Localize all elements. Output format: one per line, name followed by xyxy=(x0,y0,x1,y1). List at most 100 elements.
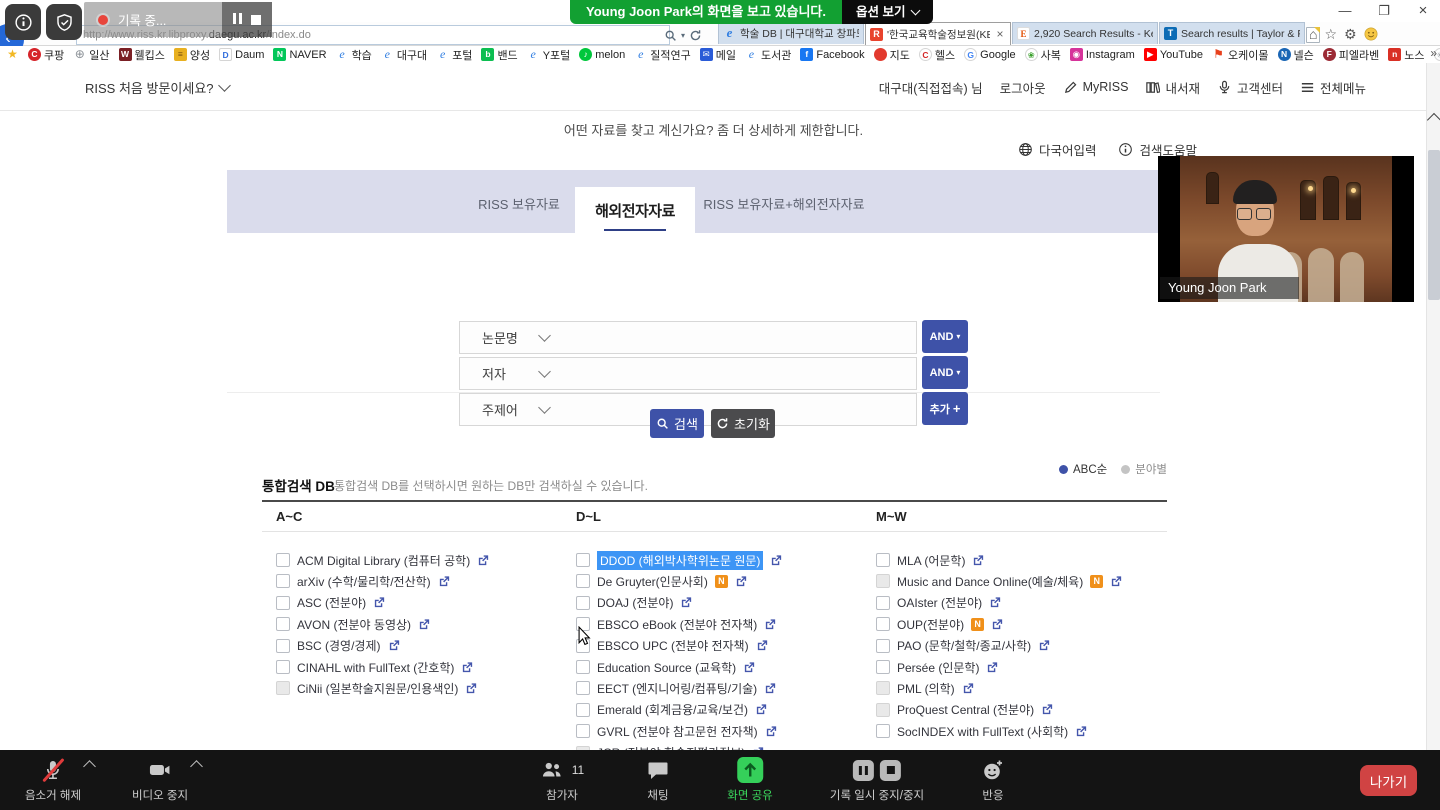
toolbar-people[interactable]: 11참가자 xyxy=(540,757,584,803)
stop-recording-icon[interactable] xyxy=(880,760,901,781)
external-link-icon[interactable] xyxy=(962,682,975,695)
external-link-icon[interactable] xyxy=(680,596,693,609)
checkbox[interactable] xyxy=(576,724,590,738)
external-link-icon[interactable] xyxy=(756,639,769,652)
external-link-icon[interactable] xyxy=(373,596,386,609)
bookmark-Google[interactable]: GGoogle xyxy=(964,48,1015,61)
db-item-AVON[interactable]: AVON (전분야 동영상) xyxy=(276,614,431,634)
db-item-ASC[interactable]: ASC (전분야) xyxy=(276,593,386,613)
toolbar-mic-muted[interactable]: 음소거 해제 xyxy=(25,757,81,803)
checkbox[interactable] xyxy=(276,660,290,674)
add-field-button[interactable]: 추가+ xyxy=(922,392,968,425)
tab-close-icon[interactable]: × xyxy=(994,28,1006,40)
db-item-Emerald[interactable]: Emerald (회계금융/교육/보건) xyxy=(576,700,768,720)
bookmark-Y포털[interactable]: eY포털 xyxy=(527,47,571,63)
external-link-icon[interactable] xyxy=(1110,575,1123,588)
external-link-icon[interactable] xyxy=(989,596,1002,609)
favorites-star[interactable]: ★ xyxy=(6,48,19,61)
toolbar-menu-chevron[interactable] xyxy=(192,762,201,771)
favorites-icon[interactable]: ☆ xyxy=(1324,26,1337,43)
external-link-icon[interactable] xyxy=(755,703,768,716)
bookmark-밴드[interactable]: b밴드 xyxy=(481,47,517,63)
bookmark-질적연구[interactable]: e질적연구 xyxy=(634,47,690,63)
db-item-Persée[interactable]: Persée (인문학) xyxy=(876,657,999,677)
minimize-button[interactable]: — xyxy=(1334,3,1356,19)
external-link-icon[interactable] xyxy=(743,661,756,674)
toolbar-smiley[interactable]: 반응 xyxy=(981,757,1005,803)
tab-overseas-electronic[interactable]: 해외전자자료 xyxy=(575,187,695,233)
chevron-down-icon[interactable] xyxy=(538,365,551,378)
checkbox[interactable] xyxy=(576,660,590,674)
view-options-button[interactable]: 옵션 보기 xyxy=(842,0,933,24)
bookmark-도서관[interactable]: e도서관 xyxy=(745,47,791,63)
bookmark-대구대[interactable]: e대구대 xyxy=(381,47,427,63)
checkbox[interactable] xyxy=(876,574,890,588)
browser-tab-1[interactable]: e학술 DB | 대구대학교 창파도... xyxy=(718,22,864,44)
db-item-GVRL[interactable]: GVRL (전분야 참고문헌 전자책) xyxy=(576,721,778,741)
checkbox[interactable] xyxy=(876,617,890,631)
first-visit-link[interactable]: RISS 처음 방문이세요? xyxy=(85,78,229,96)
header-link-전체메뉴[interactable]: 전체메뉴 xyxy=(1300,78,1366,97)
browser-tab-3[interactable]: E2,920 Search Results - Keywo... xyxy=(1012,22,1158,44)
db-item-PML[interactable]: PML (의학) xyxy=(876,678,975,698)
db-item-Education[interactable]: Education Source (교육학) xyxy=(576,657,756,677)
external-link-icon[interactable] xyxy=(388,639,401,652)
maximize-button[interactable]: ❐ xyxy=(1373,3,1395,19)
toolbar-record-controls[interactable]: 기록 일시 중지/중지 xyxy=(830,757,924,803)
db-item-CINAHL[interactable]: CINAHL with FullText (간호학) xyxy=(276,657,474,677)
checkbox[interactable] xyxy=(276,617,290,631)
db-item-SocINDEX[interactable]: SocINDEX with FullText (사회학) xyxy=(876,721,1088,741)
bookmark-양성[interactable]: ≡양성 xyxy=(174,47,210,63)
pause-recording-button[interactable] xyxy=(233,11,242,29)
participant-video[interactable]: Young Joon Park xyxy=(1158,156,1414,302)
db-item-EBSCO[interactable]: EBSCO eBook (전분야 전자책) xyxy=(576,614,777,634)
bookmark-쿠팡[interactable]: C쿠팡 xyxy=(28,47,64,63)
db-item-De[interactable]: De Gruyter(인문사회)N xyxy=(576,571,748,591)
home-icon[interactable]: ⌂ xyxy=(1309,26,1317,42)
external-link-icon[interactable] xyxy=(1038,639,1051,652)
external-link-icon[interactable] xyxy=(461,661,474,674)
db-item-OAIster[interactable]: OAIster (전분야) xyxy=(876,593,1002,613)
sort-radio-분야별[interactable]: 분야별 xyxy=(1121,461,1167,477)
scroll-up-arrow[interactable] xyxy=(1427,113,1440,127)
external-link-icon[interactable] xyxy=(991,618,1004,631)
pause-recording-icon[interactable] xyxy=(853,760,874,781)
checkbox[interactable] xyxy=(576,703,590,717)
page-scrollbar[interactable] xyxy=(1426,63,1440,750)
checkbox[interactable] xyxy=(276,574,290,588)
browser-tab-4[interactable]: TSearch results | Taylor & Fran... xyxy=(1159,22,1305,44)
chevron-down-icon[interactable] xyxy=(538,401,551,414)
checkbox[interactable] xyxy=(876,660,890,674)
checkbox[interactable] xyxy=(876,553,890,567)
bookmark-포털[interactable]: e포털 xyxy=(436,47,472,63)
encryption-shield-button[interactable] xyxy=(46,4,82,40)
checkbox[interactable] xyxy=(276,681,290,695)
db-item-MLA[interactable]: MLA (어문학) xyxy=(876,550,985,570)
bookmarks-overflow-chevron[interactable]: » xyxy=(1430,46,1437,60)
leave-meeting-button[interactable]: 나가기 xyxy=(1360,765,1417,796)
search-button[interactable]: 검색 xyxy=(650,409,704,438)
db-item-Music[interactable]: Music and Dance Online(예술/체육)N xyxy=(876,571,1123,591)
checkbox[interactable] xyxy=(276,553,290,567)
external-link-icon[interactable] xyxy=(1041,703,1054,716)
checkbox[interactable] xyxy=(576,596,590,610)
bookmark-학습[interactable]: e학습 xyxy=(336,47,372,63)
bookmark-웰킵스[interactable]: W웰킵스 xyxy=(119,47,165,63)
bookmark-NAVER[interactable]: NNAVER xyxy=(273,48,326,61)
db-item-CiNii[interactable]: CiNii (일본학술지원문/인용색인) xyxy=(276,678,478,698)
reset-button[interactable]: 초기화 xyxy=(711,409,775,438)
bookmark-Facebook[interactable]: fFacebook xyxy=(800,48,864,61)
bookmark-넬슨[interactable]: N넬슨 xyxy=(1278,47,1314,63)
smiley-feedback-icon[interactable] xyxy=(1364,27,1378,41)
util-다국어입력[interactable]: 다국어입력 xyxy=(1018,140,1097,159)
external-link-icon[interactable] xyxy=(764,682,777,695)
db-item-DDOD[interactable]: DDOD (해외박사학위논문 원문) xyxy=(576,550,783,570)
header-link-고객센터[interactable]: 고객센터 xyxy=(1217,78,1283,97)
db-item-OUP(전분야)[interactable]: OUP(전분야)N xyxy=(876,614,1004,634)
toolbar-menu-chevron[interactable] xyxy=(85,762,94,771)
bookmark-오케이몰[interactable]: ⚑오케이몰 xyxy=(1212,47,1268,63)
checkbox[interactable] xyxy=(576,553,590,567)
db-item-BSC[interactable]: BSC (경영/경제) xyxy=(276,636,401,656)
settings-gear-icon[interactable]: ⚙ xyxy=(1344,26,1357,43)
chevron-down-icon[interactable] xyxy=(538,329,551,342)
